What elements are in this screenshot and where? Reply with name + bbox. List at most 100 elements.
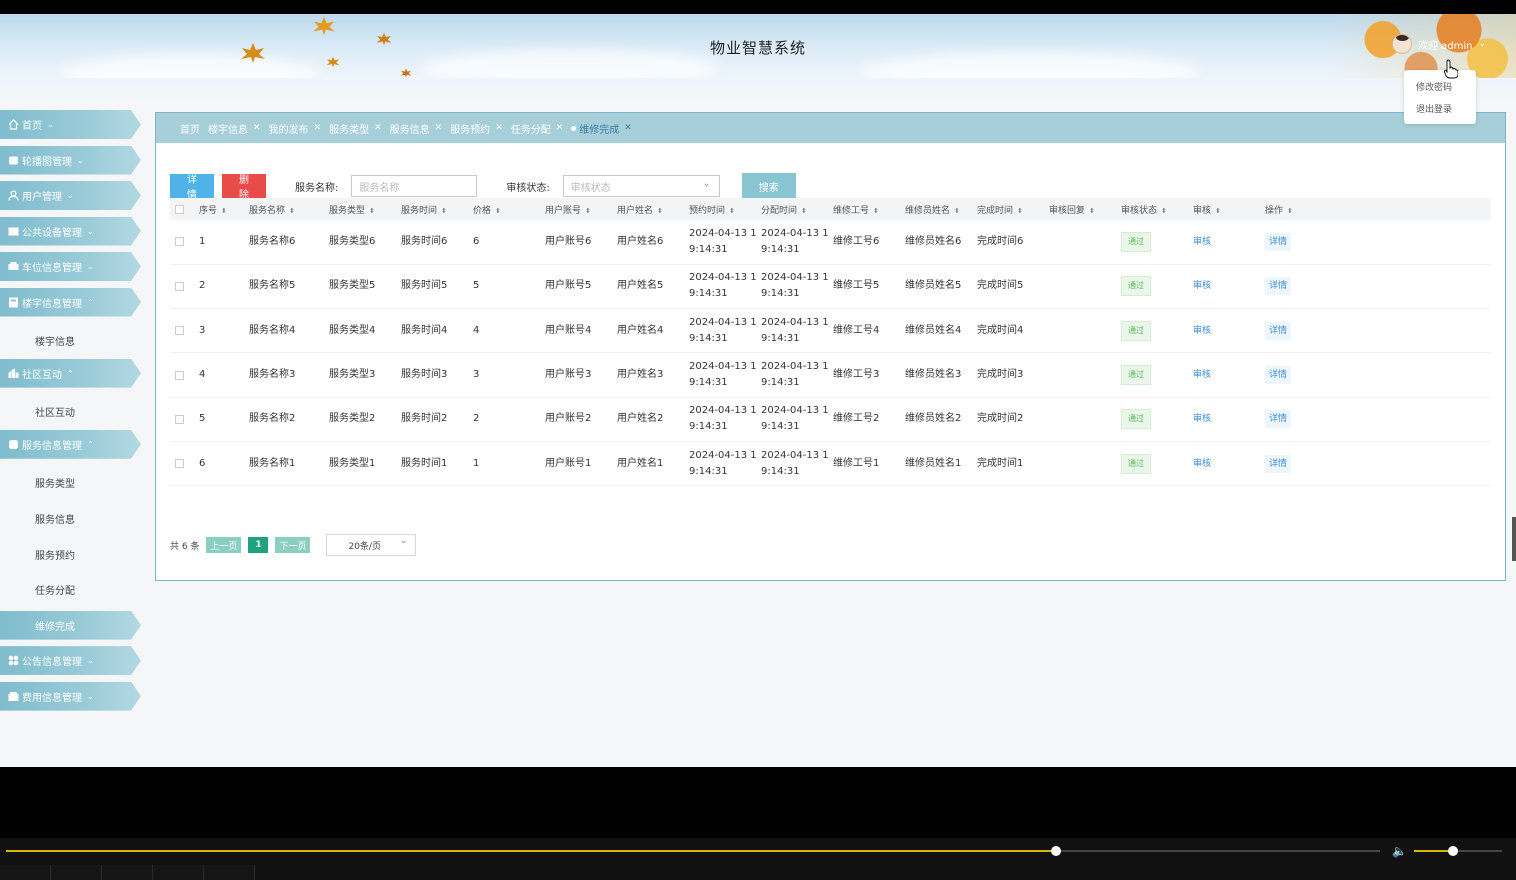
close-icon[interactable]: ✕ <box>253 123 261 133</box>
sidebar-subitem-community[interactable]: 社区互动 <box>0 394 145 430</box>
column-header[interactable]: 序号 ⬍ <box>199 198 249 220</box>
row-detail-button[interactable]: 详情 <box>1265 366 1292 385</box>
sort-icon[interactable]: ⬍ <box>369 207 375 215</box>
detail-button[interactable]: 详情 <box>170 174 214 201</box>
table-row[interactable]: 4 服务名称3 服务类型3 服务时间3 3 用户账号3 用户姓名3 2024-04-13 1 9… <box>170 353 1491 398</box>
row-select-cell[interactable] <box>170 353 199 397</box>
row-select-cell[interactable] <box>170 397 199 441</box>
row-checkbox[interactable] <box>175 459 184 469</box>
table-row[interactable]: 6 服务名称1 服务类型1 服务时间1 1 用户账号1 用户姓名1 2024-04-13 1 9… <box>170 441 1491 486</box>
sort-icon[interactable]: ⬍ <box>1017 207 1023 215</box>
column-header[interactable]: 审核回复 ⬍ <box>1049 198 1121 220</box>
audit-link[interactable]: 审核 <box>1193 237 1211 247</box>
sort-icon[interactable]: ⬍ <box>1089 207 1095 215</box>
tab-repair-done[interactable]: 维修完成 ✕ <box>571 121 632 136</box>
audit-link[interactable]: 审核 <box>1193 370 1211 380</box>
select-all-cell[interactable] <box>170 198 199 220</box>
page-scrollbar[interactable] <box>1512 517 1516 561</box>
row-detail-button[interactable]: 详情 <box>1265 454 1292 473</box>
row-detail-button[interactable]: 详情 <box>1265 321 1292 340</box>
sidebar-item-users[interactable]: 用户管理 ⌄ <box>0 181 141 210</box>
tab-service-booking[interactable]: 服务预约 ✕ <box>450 121 503 136</box>
column-header[interactable]: 操作 ⬍ <box>1265 198 1491 220</box>
user-menu-trigger[interactable]: 欢迎 admin ⌄ <box>1391 34 1486 54</box>
column-header[interactable]: 维修员姓名 ⬍ <box>905 198 977 220</box>
audit-link[interactable]: 审核 <box>1193 414 1211 424</box>
close-icon[interactable]: ✕ <box>495 123 503 133</box>
search-button[interactable]: 搜索 <box>741 173 796 199</box>
sidebar-item-home[interactable]: 首页 ⌄ <box>0 110 141 139</box>
row-checkbox[interactable] <box>175 370 184 380</box>
audit-link[interactable]: 审核 <box>1193 326 1211 336</box>
row-checkbox[interactable] <box>175 326 184 336</box>
row-select-cell[interactable] <box>170 220 199 264</box>
column-header[interactable]: 服务类型 ⬍ <box>329 198 401 220</box>
sidebar-subitem-repair-done[interactable]: 维修完成 <box>0 610 141 640</box>
tab-service-type[interactable]: 服务类型 ✕ <box>329 121 382 136</box>
sidebar-subitem-service-info[interactable]: 服务信息 <box>0 501 145 537</box>
sidebar-subitem-building-info[interactable]: 楼宇信息 <box>0 323 145 359</box>
sidebar-item-devices[interactable]: 公共设备管理 ⌄ <box>0 216 141 246</box>
progress-track[interactable] <box>6 846 1380 856</box>
sidebar-subitem-service-type[interactable]: 服务类型 <box>0 465 145 501</box>
sidebar-item-carousel[interactable]: 轮播图管理 ⌄ <box>0 145 141 175</box>
sort-icon[interactable]: ⬍ <box>221 207 227 215</box>
audit-status-select[interactable]: 审核状态 ⌄ <box>562 175 720 197</box>
sidebar-item-parking[interactable]: 车位信息管理 ⌄ <box>0 252 141 281</box>
column-header[interactable]: 分配时间 ⬍ <box>761 198 833 220</box>
tab-my-posts[interactable]: 我的发布 ✕ <box>269 121 322 136</box>
close-icon[interactable]: ✕ <box>314 123 322 133</box>
audit-link[interactable]: 审核 <box>1193 281 1211 291</box>
column-header[interactable]: 价格 ⬍ <box>473 198 545 220</box>
row-detail-button[interactable]: 详情 <box>1265 277 1292 296</box>
page-size-select[interactable]: 20条/页 <box>326 534 417 556</box>
sidebar-item-services[interactable]: 服务信息管理 ⌃ <box>0 429 141 459</box>
sort-icon[interactable]: ⬍ <box>441 207 447 215</box>
volume-icon[interactable]: 🔈 <box>1392 844 1407 858</box>
sort-icon[interactable]: ⬍ <box>1161 207 1167 215</box>
tab-building-info[interactable]: 楼宇信息 ✕ <box>208 121 261 136</box>
row-checkbox[interactable] <box>175 281 184 291</box>
sidebar-subitem-service-booking[interactable]: 服务预约 <box>0 536 145 572</box>
column-header[interactable]: 审核 ⬍ <box>1193 198 1265 220</box>
sort-icon[interactable]: ⬍ <box>954 207 960 215</box>
sort-icon[interactable]: ⬍ <box>657 207 663 215</box>
audit-link[interactable]: 审核 <box>1193 459 1211 469</box>
row-detail-button[interactable]: 详情 <box>1265 410 1292 429</box>
next-page-button[interactable]: 下一页 <box>275 537 311 553</box>
column-header[interactable]: 预约时间 ⬍ <box>689 198 761 220</box>
sort-icon[interactable]: ⬍ <box>729 207 735 215</box>
sort-icon[interactable]: ⬍ <box>801 207 807 215</box>
row-select-cell[interactable] <box>170 309 199 353</box>
sidebar-subitem-task-assign[interactable]: 任务分配 <box>0 572 145 608</box>
table-row[interactable]: 2 服务名称5 服务类型5 服务时间5 5 用户账号5 用户姓名5 2024-04-13 1 9… <box>170 264 1491 309</box>
volume-track[interactable] <box>1414 846 1502 856</box>
column-header[interactable]: 审核状态 ⬍ <box>1121 198 1193 220</box>
column-header[interactable]: 服务时间 ⬍ <box>401 198 473 220</box>
column-header[interactable]: 完成时间 ⬍ <box>977 198 1049 220</box>
sidebar-item-notices[interactable]: 公告信息管理 ⌄ <box>0 646 141 676</box>
column-header[interactable]: 用户姓名 ⬍ <box>617 198 689 220</box>
logout-menu-item[interactable]: 退出登录 <box>1404 98 1476 120</box>
column-header[interactable]: 维修工号 ⬍ <box>833 198 905 220</box>
row-select-cell[interactable] <box>170 264 199 308</box>
sort-icon[interactable]: ⬍ <box>1215 207 1221 215</box>
page-number-button[interactable]: 1 <box>248 537 269 553</box>
sidebar-item-community[interactable]: 社区互动 ⌃ <box>0 358 141 388</box>
sort-icon[interactable]: ⬍ <box>873 207 879 215</box>
column-header[interactable]: 服务名称 ⬍ <box>249 198 329 220</box>
prev-page-button[interactable]: 上一页 <box>206 537 242 553</box>
tab-service-info[interactable]: 服务信息 ✕ <box>390 121 443 136</box>
column-header[interactable]: 用户账号 ⬍ <box>545 198 617 220</box>
row-detail-button[interactable]: 详情 <box>1265 232 1292 251</box>
table-row[interactable]: 5 服务名称2 服务类型2 服务时间2 2 用户账号2 用户姓名2 2024-04-13 1 9… <box>170 397 1491 442</box>
sort-icon[interactable]: ⬍ <box>1287 207 1293 215</box>
sidebar-item-buildings[interactable]: 楼宇信息管理 ⌃ <box>0 287 141 317</box>
select-all-checkbox[interactable] <box>175 204 184 214</box>
sort-icon[interactable]: ⬍ <box>495 207 501 215</box>
close-icon[interactable]: ✕ <box>624 123 632 133</box>
volume-handle[interactable] <box>1447 846 1458 856</box>
sort-icon[interactable]: ⬍ <box>585 207 591 215</box>
row-select-cell[interactable] <box>170 441 199 485</box>
close-icon[interactable]: ✕ <box>435 123 443 133</box>
